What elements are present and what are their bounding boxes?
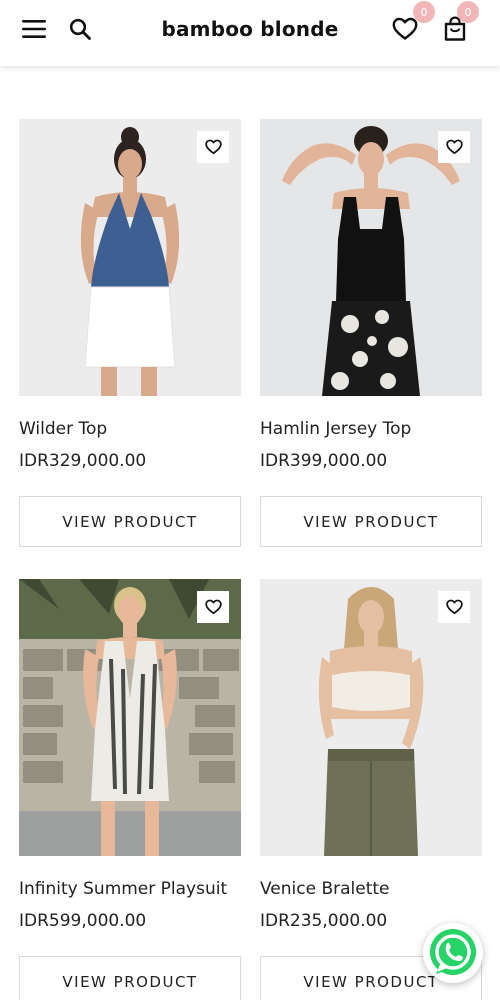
view-product-button[interactable]: VIEW PRODUCT xyxy=(19,956,241,1000)
brand-logo[interactable]: bamboo blonde xyxy=(150,17,350,41)
product-name[interactable]: Venice Bralette xyxy=(260,879,390,899)
hamburger-menu-icon[interactable] xyxy=(19,14,49,44)
product-price: IDR235,000.00 xyxy=(260,911,388,931)
add-to-wishlist-button[interactable] xyxy=(197,591,229,623)
add-to-wishlist-button[interactable] xyxy=(197,131,229,163)
product-price: IDR399,000.00 xyxy=(260,451,388,471)
heart-outline-icon xyxy=(204,599,222,615)
wishlist-count-badge: 0 xyxy=(413,1,435,23)
product-price: IDR329,000.00 xyxy=(19,451,147,471)
heart-outline-icon xyxy=(445,139,463,155)
view-product-button[interactable]: VIEW PRODUCT xyxy=(260,496,482,547)
product-name[interactable]: Infinity Summer Playsuit xyxy=(19,879,227,899)
add-to-wishlist-button[interactable] xyxy=(438,131,470,163)
product-name[interactable]: Wilder Top xyxy=(19,419,107,439)
product-price: IDR599,000.00 xyxy=(19,911,147,931)
cart-count-badge: 0 xyxy=(457,1,479,23)
whatsapp-chat-button[interactable] xyxy=(423,923,483,983)
heart-outline-icon xyxy=(204,139,222,155)
site-header: bamboo blonde 0 0 xyxy=(0,0,500,66)
product-name[interactable]: Hamlin Jersey Top xyxy=(260,419,411,439)
heart-outline-icon xyxy=(445,599,463,615)
view-product-button[interactable]: VIEW PRODUCT xyxy=(19,496,241,547)
add-to-wishlist-button[interactable] xyxy=(438,591,470,623)
search-icon[interactable] xyxy=(65,14,95,44)
whatsapp-icon xyxy=(430,929,476,975)
